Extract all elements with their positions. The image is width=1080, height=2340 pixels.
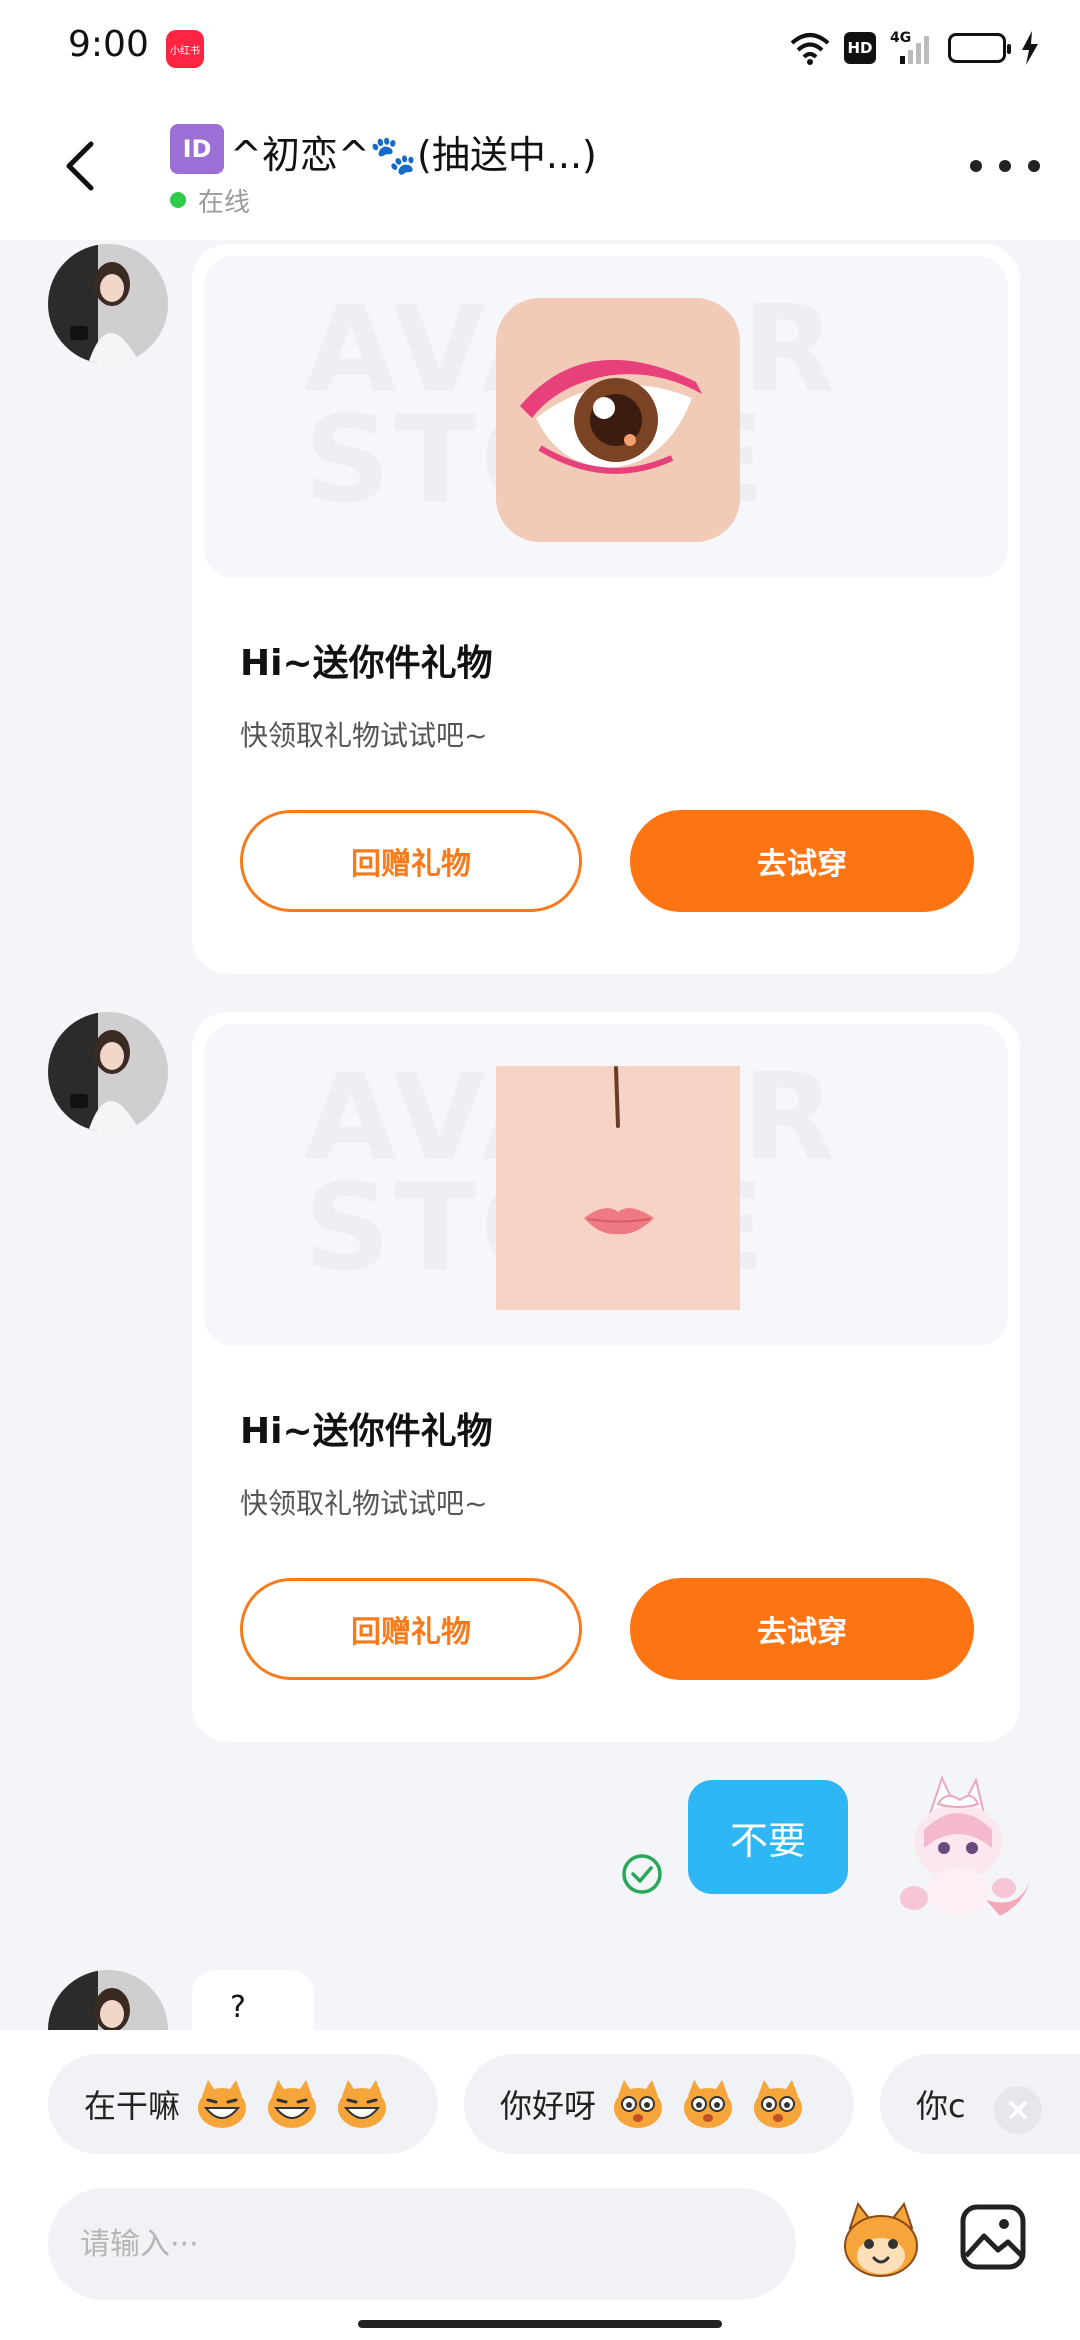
status-icons: HD 4G — [790, 28, 1040, 68]
message-input[interactable] — [48, 2188, 796, 2300]
read-check-icon — [622, 1854, 662, 1894]
more-dot-icon — [970, 160, 982, 172]
charging-icon — [1022, 31, 1038, 65]
return-gift-button[interactable]: 回赠礼物 — [240, 1578, 582, 1680]
eye-makeup-gift-image[interactable] — [496, 298, 740, 542]
app-notification-icon: 小红书 — [166, 30, 204, 68]
grinning-cat-emoji-icon — [268, 2080, 317, 2128]
wide-eyed-cat-emoji-icon — [754, 2080, 803, 2128]
more-dot-icon — [1028, 160, 1040, 172]
status-time: 9:00 — [68, 24, 149, 65]
return-gift-button[interactable]: 回赠礼物 — [240, 810, 582, 912]
cellular-signal-icon: 4G — [890, 30, 934, 66]
gift-subtitle: 快领取礼物试试吧~ — [240, 719, 488, 752]
my-avatar[interactable] — [880, 1770, 1040, 1930]
close-quick-replies-button[interactable] — [994, 2086, 1042, 2134]
back-button[interactable] — [50, 136, 110, 196]
quick-reply-row: 在干嘛 你好呀 你c — [0, 2054, 1080, 2154]
image-button[interactable] — [958, 2202, 1028, 2272]
received-message-text: ? — [230, 1990, 246, 2025]
chevron-left-icon — [66, 141, 94, 191]
cat-emoji-icon — [844, 2201, 918, 2277]
contact-avatar[interactable] — [48, 244, 168, 364]
quick-reply-chip[interactable]: 在干嘛 — [48, 2054, 438, 2154]
gift-subtitle: 快领取礼物试试吧~ — [240, 1487, 488, 1520]
emoji-button[interactable] — [836, 2198, 926, 2288]
gift-preview: AVATAR STORE — [204, 1024, 1008, 1346]
gift-card: AVATAR STORE Hi~送你件礼物 快领取礼物试试吧~ 回赠礼物 去试穿 — [192, 1012, 1020, 1742]
quick-reply-label: 在干嘛 — [84, 2087, 181, 2125]
online-status: 在线 — [198, 188, 251, 218]
try-on-button[interactable]: 去试穿 — [630, 1578, 974, 1680]
received-message-bubble[interactable]: ? — [192, 1970, 314, 2030]
image-icon — [960, 2204, 1026, 2270]
quick-reply-label: 你c — [916, 2087, 966, 2125]
quick-reply-chip[interactable]: 你c — [880, 2054, 1080, 2154]
grinning-cat-emoji-icon — [338, 2080, 387, 2128]
wide-eyed-cat-emoji-icon — [684, 2080, 733, 2128]
input-row — [0, 2188, 1080, 2300]
quick-reply-chip[interactable]: 你好呀 — [464, 2054, 854, 2154]
wifi-icon — [790, 33, 830, 65]
contact-avatar[interactable] — [48, 1970, 168, 2030]
battery-icon — [948, 33, 1011, 63]
id-badge: ID — [170, 124, 224, 174]
gift-card: AVATAR STORE Hi~送你件礼物 快领取礼物试试吧~ 回赠礼物 去试穿 — [192, 244, 1020, 974]
more-dot-icon — [999, 160, 1011, 172]
online-indicator-icon — [170, 192, 186, 208]
contact-avatar[interactable] — [48, 1012, 168, 1132]
hd-badge: HD — [844, 32, 876, 64]
gift-preview: AVATAR STORE — [204, 256, 1008, 578]
quick-reply-label: 你好呀 — [500, 2087, 597, 2125]
try-on-button[interactable]: 去试穿 — [630, 810, 974, 912]
close-icon — [1009, 2101, 1027, 2119]
wide-eyed-cat-emoji-icon — [614, 2080, 663, 2128]
composer-area: 在干嘛 你好呀 你c 请输入··· — [0, 2030, 1080, 2340]
gift-title: Hi~送你件礼物 — [240, 643, 493, 684]
chat-title: ^初恋^🐾(抽送中...) — [230, 133, 597, 177]
home-indicator[interactable] — [358, 2320, 722, 2328]
sent-message-bubble[interactable]: 不要 — [688, 1780, 848, 1894]
gift-title: Hi~送你件礼物 — [240, 1411, 493, 1452]
face-makeup-gift-image[interactable] — [496, 1066, 740, 1310]
chat-header: ID ^初恋^🐾(抽送中...) 在线 — [0, 96, 1080, 240]
grinning-cat-emoji-icon — [198, 2080, 247, 2128]
more-options-button[interactable] — [970, 146, 1040, 186]
status-bar: 9:00 小红书 HD 4G — [0, 0, 1080, 96]
